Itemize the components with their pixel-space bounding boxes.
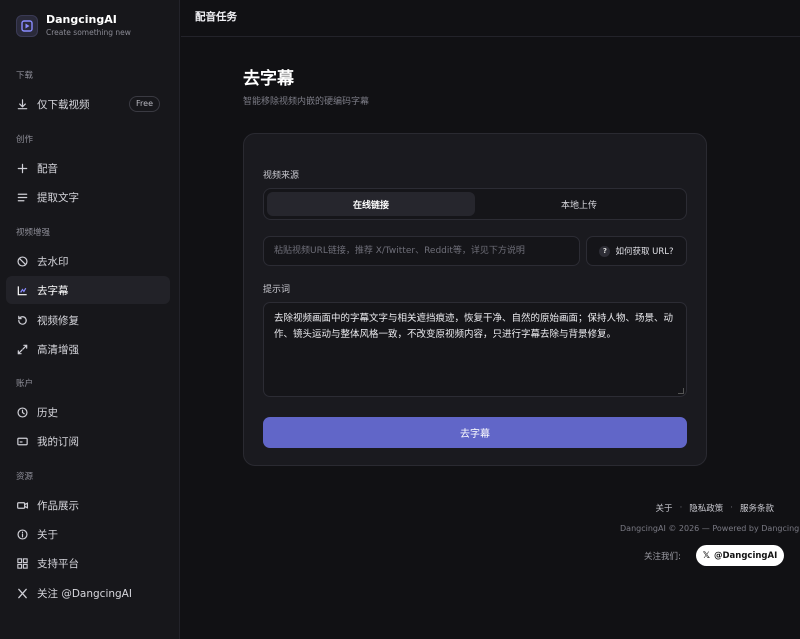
brand-tagline: Create something new bbox=[46, 28, 131, 37]
sidebar-item-extract-text[interactable]: 提取文字 bbox=[6, 183, 170, 211]
expand-icon bbox=[16, 343, 29, 356]
subtitles-icon bbox=[16, 284, 29, 297]
section-label-download: 下载 bbox=[16, 71, 34, 81]
ban-icon bbox=[16, 255, 29, 268]
plus-icon bbox=[16, 162, 29, 175]
follow-label: 关注我们: bbox=[644, 552, 681, 562]
refresh-icon bbox=[16, 314, 29, 327]
follow-handle: @DangcingAI bbox=[714, 550, 778, 561]
sidebar-item-showcase[interactable]: 作品展示 bbox=[6, 491, 170, 519]
sidebar-item-support[interactable]: 支持平台 bbox=[6, 549, 170, 577]
sidebar-item-remove-watermark[interactable]: 去水印 bbox=[6, 247, 170, 275]
download-icon bbox=[16, 98, 29, 111]
sidebar-item-label: 视频修复 bbox=[37, 314, 79, 327]
footer-link-about[interactable]: 关于 bbox=[656, 502, 673, 514]
section-label-account: 账户 bbox=[16, 379, 34, 389]
x-logo-icon: 𝕏 bbox=[702, 550, 710, 561]
free-badge: Free bbox=[129, 96, 160, 112]
brand[interactable]: DangcingAI Create something new bbox=[16, 13, 131, 38]
question-icon: ? bbox=[599, 245, 611, 257]
tab-local-upload[interactable]: 本地上传 bbox=[475, 192, 683, 216]
sidebar-item-label: 历史 bbox=[37, 406, 58, 419]
url-input[interactable] bbox=[263, 236, 580, 266]
footer-link-terms[interactable]: 服务条款 bbox=[740, 502, 774, 514]
sidebar-item-label: 配音 bbox=[37, 162, 58, 175]
prompt-text: 去除视频画面中的字幕文字与相关遮挡痕迹，恢复干净、自然的原始画面；保持人物、场景… bbox=[274, 313, 674, 340]
follow-x-button[interactable]: 𝕏 @DangcingAI bbox=[696, 545, 784, 566]
section-label-create: 创作 bbox=[16, 135, 34, 145]
sidebar-item-label: 高清增强 bbox=[37, 343, 79, 356]
sidebar-item-label: 仅下载视频 bbox=[37, 98, 90, 111]
footer-link-privacy[interactable]: 隐私政策 bbox=[689, 502, 723, 514]
sidebar-item-video-repair[interactable]: 视频修复 bbox=[6, 306, 170, 334]
sidebar-item-label: 去水印 bbox=[37, 255, 69, 268]
card-icon bbox=[16, 435, 29, 448]
sidebar-item-label: 作品展示 bbox=[37, 499, 79, 512]
sidebar-item-label: 关于 bbox=[37, 528, 58, 541]
clock-icon bbox=[16, 406, 29, 419]
how-to-get-url-button[interactable]: ? 如何获取 URL? bbox=[586, 236, 687, 266]
sidebar-item-about[interactable]: 关于 bbox=[6, 520, 170, 548]
separator-dot: · bbox=[730, 503, 733, 513]
prompt-textarea[interactable]: 去除视频画面中的字幕文字与相关遮挡痕迹，恢复干净、自然的原始画面；保持人物、场景… bbox=[263, 302, 687, 397]
page-title: 去字幕 bbox=[243, 69, 294, 89]
sidebar-item-label: 支持平台 bbox=[37, 557, 79, 570]
sidebar-item-hd-enhance[interactable]: 高清增强 bbox=[6, 335, 170, 363]
source-tabs: 在线链接 本地上传 bbox=[263, 188, 687, 220]
how-to-get-url-label: 如何获取 URL? bbox=[615, 247, 674, 257]
topbar: 配音任务 bbox=[181, 0, 800, 37]
sidebar-item-remove-subtitles[interactable]: 去字幕 bbox=[6, 276, 170, 304]
sidebar-item-history[interactable]: 历史 bbox=[6, 398, 170, 426]
info-icon bbox=[16, 528, 29, 541]
sidebar: DangcingAI Create something new 下载 仅下载视频… bbox=[0, 0, 180, 639]
text-lines-icon bbox=[16, 191, 29, 204]
sidebar-item-dubbing[interactable]: 配音 bbox=[6, 154, 170, 182]
source-label: 视频来源 bbox=[263, 171, 300, 181]
sidebar-item-label: 提取文字 bbox=[37, 191, 79, 204]
video-camera-icon bbox=[16, 499, 29, 512]
sidebar-item-label: 我的订阅 bbox=[37, 435, 79, 448]
page-subtitle: 智能移除视频内嵌的硬编码字幕 bbox=[243, 97, 370, 107]
sidebar-item-download-only[interactable]: 仅下载视频 Free bbox=[6, 90, 170, 118]
sidebar-item-subscriptions[interactable]: 我的订阅 bbox=[6, 427, 170, 455]
resize-handle-icon[interactable] bbox=[678, 388, 684, 394]
sidebar-item-label: 关注 @DangcingAI bbox=[37, 587, 132, 600]
prompt-label: 提示词 bbox=[263, 285, 291, 295]
brand-logo-icon bbox=[16, 14, 38, 37]
topbar-title: 配音任务 bbox=[195, 11, 237, 23]
sidebar-item-label: 去字幕 bbox=[37, 284, 69, 297]
task-card: 视频来源 在线链接 本地上传 ? 如何获取 URL? 提示词 去除视频画面中的字… bbox=[243, 133, 707, 466]
submit-remove-subtitles-button[interactable]: 去字幕 bbox=[263, 417, 687, 448]
brand-name: DangcingAI bbox=[46, 13, 117, 26]
section-label-resources: 资源 bbox=[16, 472, 34, 482]
copyright: DangcingAI © 2026 — Powered by Dangcing bbox=[620, 524, 800, 533]
footer-links: 关于 · 隐私政策 · 服务条款 bbox=[656, 502, 774, 514]
x-logo-icon bbox=[16, 587, 29, 600]
tab-online-link[interactable]: 在线链接 bbox=[267, 192, 475, 216]
separator-dot: · bbox=[679, 503, 683, 513]
sidebar-item-follow[interactable]: 关注 @DangcingAI bbox=[6, 579, 170, 607]
section-label-enhance: 视频增强 bbox=[16, 228, 51, 238]
grid-icon bbox=[16, 557, 29, 570]
